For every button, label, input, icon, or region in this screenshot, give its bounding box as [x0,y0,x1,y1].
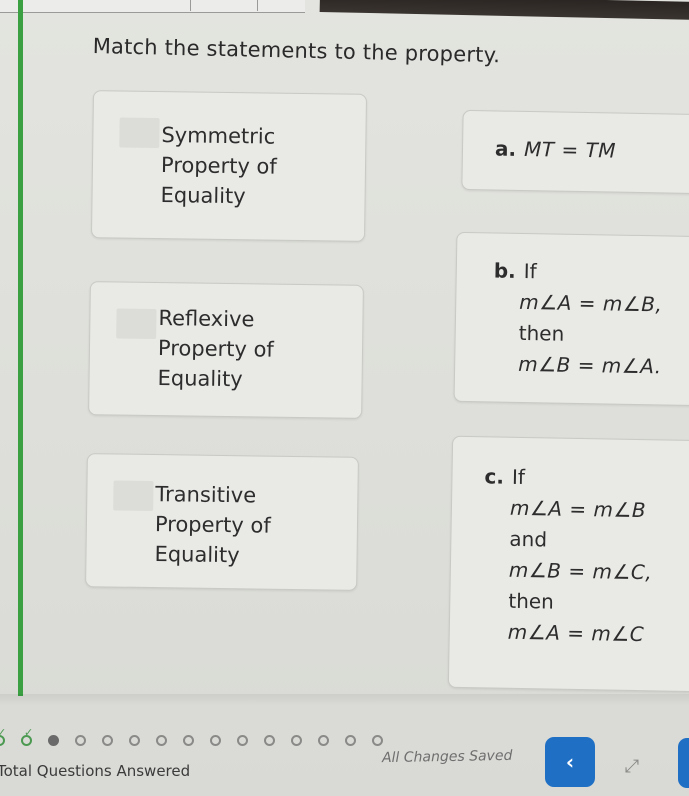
question-accent-rail [18,0,23,696]
expand-icon: ⤢ [624,755,640,777]
property-card-reflexive[interactable]: Reflexive Property of Equality [88,281,364,419]
question-dot[interactable] [183,734,194,746]
progress-label: Total Questions Answered [0,762,191,780]
drag-handle[interactable] [116,308,157,340]
drag-handle[interactable] [119,117,160,149]
next-button[interactable] [678,738,689,788]
question-dot-answered[interactable]: ✓ [21,726,33,746]
expand-button[interactable]: ⤢ [618,752,646,780]
question-dot-current[interactable] [48,734,59,746]
question-dot[interactable] [291,734,302,746]
checkmark-icon: ✓ [0,725,7,739]
statement-card-b[interactable]: b. If m∠A = m∠B, then m∠B = m∠A. [453,231,689,407]
question-dot[interactable] [345,734,356,746]
property-label: Transitive Property of Equality [154,482,271,568]
question-dot[interactable] [237,734,248,746]
device-bezel [319,0,689,20]
question-dot[interactable] [372,734,383,746]
property-label: Reflexive Property of Equality [157,306,274,392]
property-label: Symmetric Property of Equality [160,123,277,209]
question-dot[interactable] [318,734,329,746]
checkmark-icon: ✓ [24,725,34,739]
statement-card-c[interactable]: c. If m∠A = m∠B and m∠B = m∠C, then m∠A =… [447,435,689,693]
statement-text: c. If m∠A = m∠B and m∠B = m∠C, then m∠A =… [484,464,653,647]
save-status: All Changes Saved [381,747,513,767]
question-prompt: Match the statements to the property. [92,34,501,68]
statement-text: a. MT = TM [494,136,617,163]
question-dot[interactable] [210,734,221,746]
question-dot[interactable] [264,734,275,746]
statement-card-a[interactable]: a. MT = TM [461,109,689,195]
top-tab[interactable] [190,0,258,11]
footer-divider [0,694,689,706]
property-card-symmetric[interactable]: Symmetric Property of Equality [90,90,368,242]
question-dot[interactable] [156,734,167,746]
question-dot[interactable] [129,734,140,746]
question-progress-dots: ✓ ✓ [0,726,399,750]
back-button[interactable]: ‹ [545,737,595,787]
browser-top-strip [0,0,305,13]
question-dot-answered[interactable]: ✓ [0,726,6,746]
question-dot[interactable] [102,734,113,746]
question-dot[interactable] [75,734,86,746]
drag-handle[interactable] [113,480,154,512]
chevron-left-icon: ‹ [565,750,575,774]
property-card-transitive[interactable]: Transitive Property of Equality [85,453,359,591]
statement-text: b. If m∠A = m∠B, then m∠B = m∠A. [493,258,663,379]
